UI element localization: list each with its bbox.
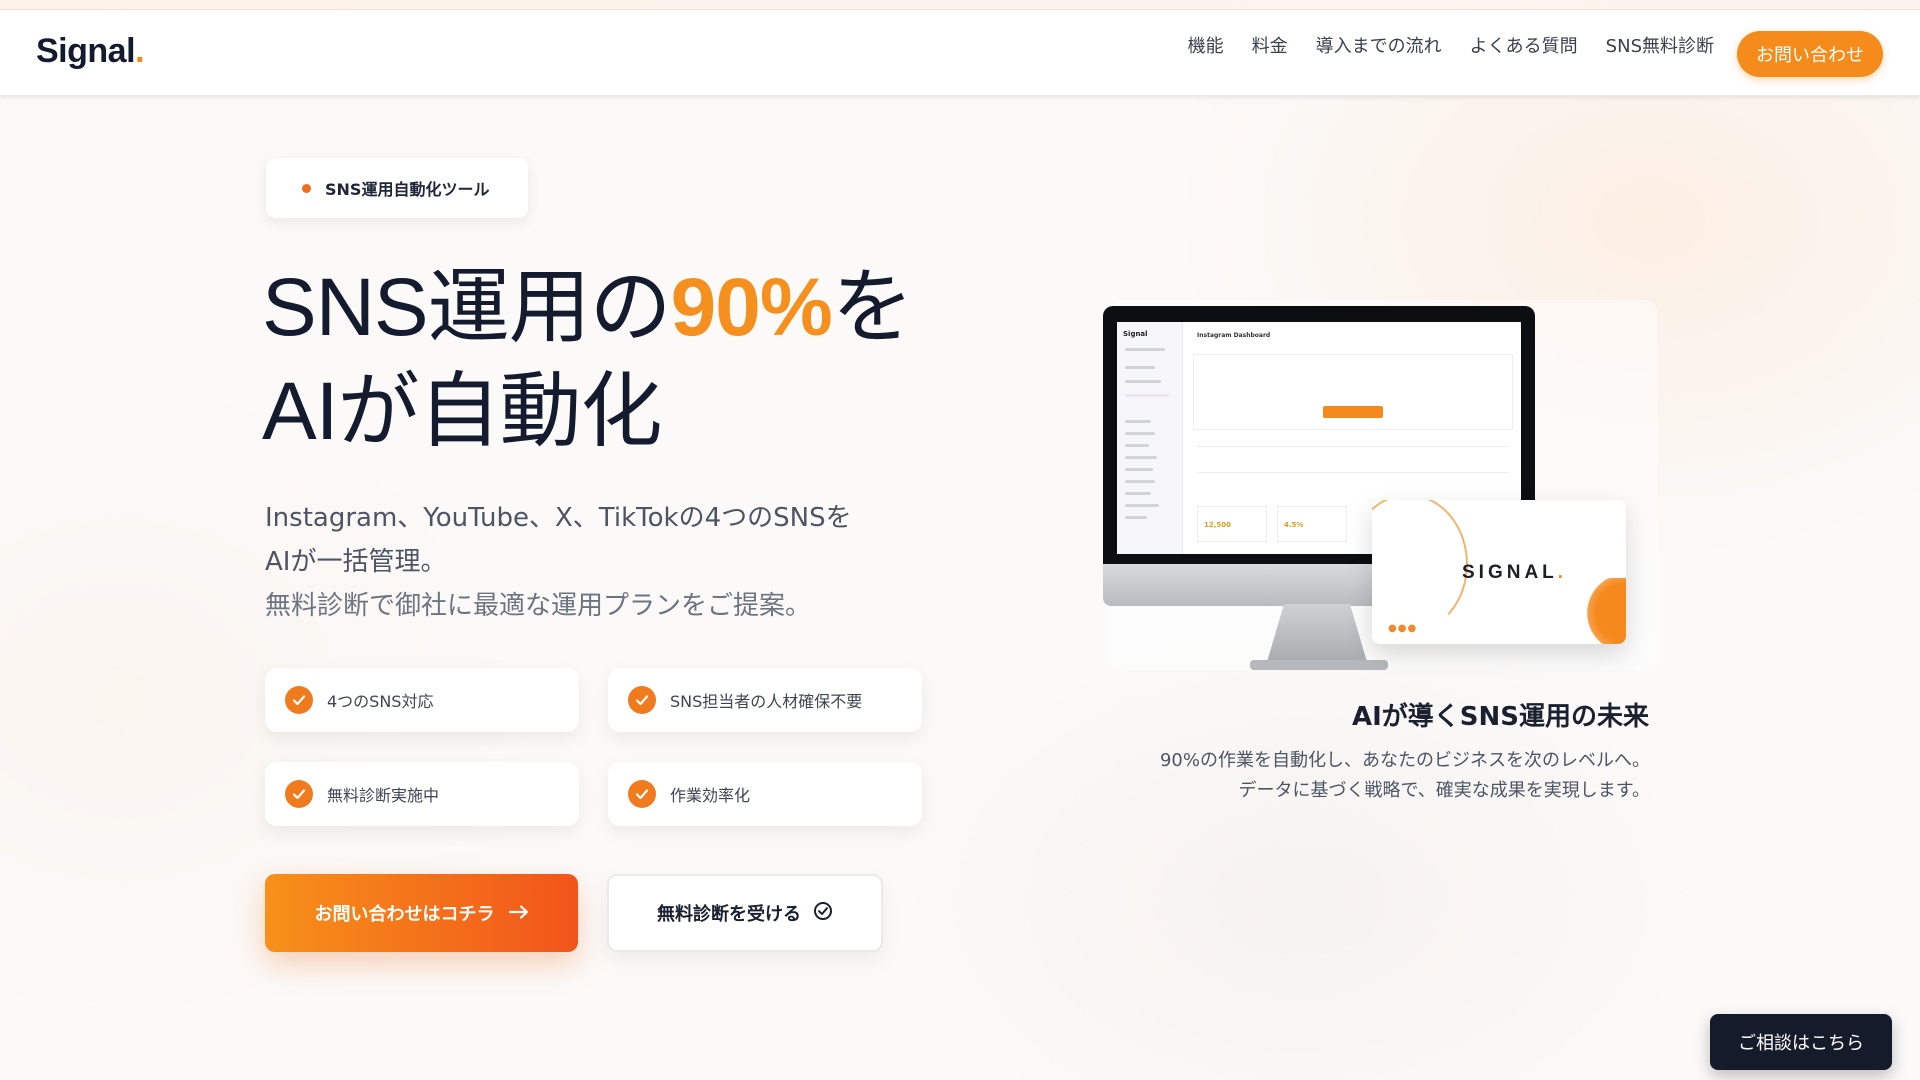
mini-sidebar-line: [1125, 504, 1159, 507]
hero-headline: SNS運用の90%を AIが自動化: [262, 262, 914, 457]
feature-label: SNS担当者の人材確保不要: [670, 692, 863, 711]
nav-item-free-diagnosis[interactable]: SNS無料診断: [1606, 32, 1714, 58]
mini-sidebar-line: [1125, 444, 1149, 447]
site-logo[interactable]: Signal.: [36, 32, 144, 71]
monitor-foot: [1250, 660, 1388, 670]
tag-label: SNS運用自動化ツール: [325, 180, 490, 199]
visual-desc-line: 90%の作業を自動化し、あなたのビジネスを次のレベルへ。: [1159, 750, 1650, 771]
mini-stat-card: 4.5%: [1277, 506, 1347, 542]
mini-sidebar-line: [1125, 366, 1155, 369]
mini-sidebar-line: [1125, 480, 1155, 483]
free-diagnosis-button[interactable]: 無料診断を受ける: [607, 874, 883, 952]
subcopy-line: AIが一括管理。: [265, 547, 447, 577]
mini-sidebar-line: [1125, 348, 1165, 351]
feature-label: 無料診断実施中: [327, 786, 440, 805]
headline-accent: 90%: [670, 262, 833, 353]
signal-brand-card: SIGNAL. ●●●: [1372, 500, 1626, 644]
free-diagnosis-label: 無料診断を受ける: [657, 904, 801, 925]
product-tag: SNS運用自動化ツール: [266, 158, 528, 218]
nav-item-pricing[interactable]: 料金: [1252, 32, 1288, 58]
contact-cta-label: お問い合わせはコチラ: [314, 904, 495, 925]
mini-sidebar-line: [1125, 380, 1161, 383]
mini-stat-card: 12,500: [1197, 506, 1267, 542]
check-circle-icon: [813, 901, 833, 925]
decorative-arc: [1372, 500, 1468, 634]
nav-item-onboarding-flow[interactable]: 導入までの流れ: [1316, 32, 1442, 58]
top-strip: [0, 0, 1920, 10]
subcopy-line: Instagram、YouTube、X、TikTokの4つのSNSを: [265, 503, 852, 533]
mini-sidebar-line: [1125, 420, 1151, 423]
nav-item-faq[interactable]: よくある質問: [1470, 32, 1578, 58]
mini-dashboard-title: Instagram Dashboard: [1197, 332, 1271, 339]
signal-card-logo: SIGNAL.: [1462, 562, 1568, 583]
feature-card: 無料診断実施中: [265, 762, 579, 826]
check-icon: [628, 780, 656, 808]
mini-sidebar-line: [1125, 492, 1151, 495]
main-nav: 機能 料金 導入までの流れ よくある質問 SNS無料診断: [1188, 32, 1714, 58]
mini-sidebar-line: [1125, 394, 1169, 397]
mini-sidebar-line: [1125, 456, 1157, 459]
mini-sidebar-line: [1125, 432, 1155, 435]
feature-label: 作業効率化: [670, 786, 751, 805]
check-icon: [285, 686, 313, 714]
mini-sidebar: Signal: [1117, 322, 1183, 554]
feature-label: 4つのSNS対応: [327, 692, 434, 711]
mini-sidebar-line: [1125, 516, 1147, 519]
orange-orb-graphic: [1584, 578, 1626, 644]
mini-plan-panel: [1193, 354, 1513, 430]
feature-card: 作業効率化: [608, 762, 922, 826]
visual-title: AIが導くSNS運用の未来: [1352, 702, 1650, 732]
hero-subcopy: Instagram、YouTube、X、TikTokの4つのSNSを AIが一括…: [265, 496, 852, 628]
mini-create-button: [1323, 406, 1383, 418]
feature-card: 4つのSNS対応: [265, 668, 579, 732]
check-icon: [285, 780, 313, 808]
mini-brand: Signal: [1123, 330, 1148, 338]
dots-icon: ●●●: [1388, 623, 1418, 634]
consult-float-button[interactable]: ご相談はこちら: [1710, 1014, 1892, 1070]
contact-cta-button[interactable]: お問い合わせはコチラ: [265, 874, 578, 952]
check-icon: [628, 686, 656, 714]
mini-divider: [1197, 446, 1509, 447]
mini-divider: [1197, 472, 1509, 473]
visual-desc-line: データに基づく戦略で、確実な成果を実現します。: [1238, 780, 1650, 801]
feature-card: SNS担当者の人材確保不要: [608, 668, 922, 732]
site-header: Signal. 機能 料金 導入までの流れ よくある質問 SNS無料診断 お問い…: [0, 10, 1920, 96]
arrow-right-icon: [508, 904, 529, 923]
tag-dot-icon: [302, 183, 311, 193]
mini-sidebar-line: [1125, 468, 1153, 471]
nav-item-features[interactable]: 機能: [1188, 32, 1224, 58]
subcopy-line: 無料診断で御社に最適な運用プランをご提案。: [265, 591, 812, 621]
contact-button[interactable]: お問い合わせ: [1737, 31, 1883, 77]
visual-description: 90%の作業を自動化し、あなたのビジネスを次のレベルへ。 データに基づく戦略で、…: [1160, 746, 1650, 806]
